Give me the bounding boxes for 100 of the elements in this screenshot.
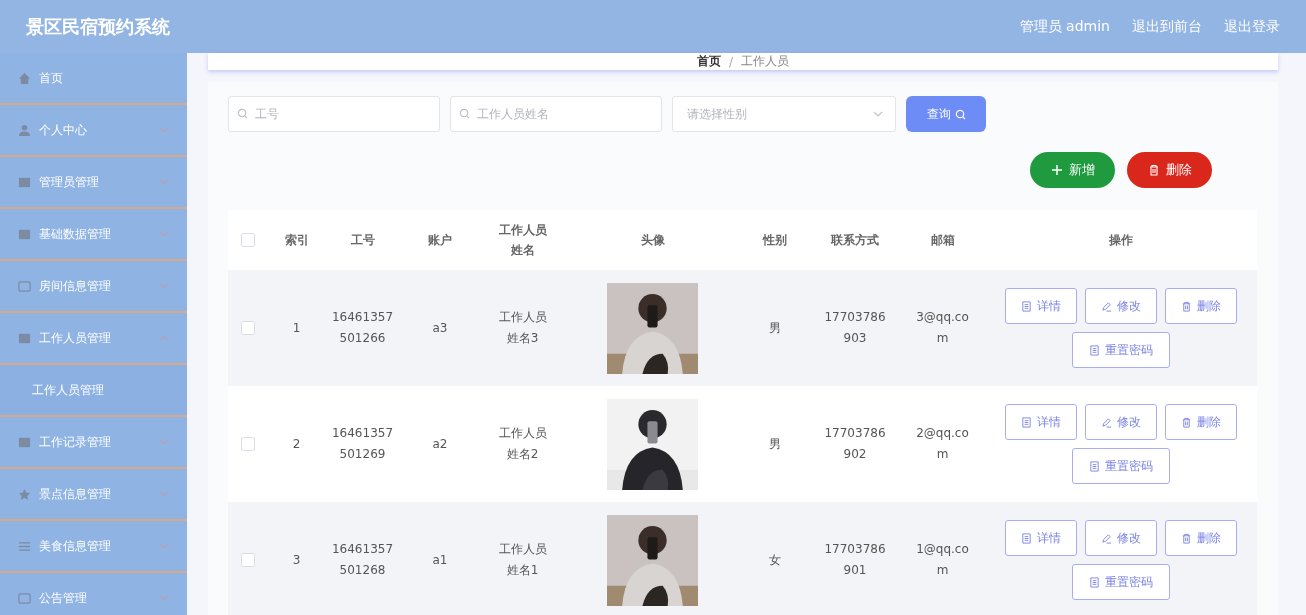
sidebar-item[interactable]: 管理员管理 [0,157,187,209]
document-icon [1021,416,1032,428]
sidebar-item[interactable]: 个人中心 [0,105,187,157]
trash-icon [1147,164,1160,176]
detail-button[interactable]: 详情 [1005,404,1077,440]
reset-button[interactable]: 重置密码 [1072,332,1170,368]
table-cell-text: 2@qq.com [915,425,970,463]
search-icon [954,108,966,120]
search-field[interactable]: 工号 [228,96,440,132]
sidebar-item[interactable]: 公告管理 [0,573,187,615]
edit-button[interactable]: 修改 [1085,288,1157,324]
query-button[interactable]: 查询 [906,96,986,132]
caret-icon [160,127,169,133]
column-header: 工号 [350,232,375,249]
header-link[interactable]: 退出登录 [1224,17,1280,36]
edit-button[interactable]: 修改 [1085,404,1157,440]
menu-icon [18,71,31,85]
delete-button[interactable]: 删除 [1165,520,1237,556]
delete-button[interactable]: 删除 [1165,288,1237,324]
table-cell-text: 3 [292,551,301,569]
menu-icon [18,487,31,501]
sidebar-item[interactable]: 首页 [0,53,187,105]
reset-button[interactable]: 重置密码 [1072,564,1170,600]
reset-button[interactable]: 重置密码 [1072,448,1170,484]
trash-icon [1181,532,1192,544]
document-icon [1089,344,1100,356]
table-cell-text: a3 [432,319,448,337]
table-cell-text: 1 [292,319,301,337]
table-cell-text: a1 [432,551,448,569]
row-checkbox[interactable] [241,437,255,451]
pencil-icon [1101,300,1112,312]
breadcrumb-item[interactable]: 首页 [696,53,721,70]
table-cell-text: 工作人员姓名1 [497,541,548,579]
row-checkbox[interactable] [241,553,255,567]
document-icon [1021,532,1032,544]
table-cell-text: 3@qq.com [915,309,970,347]
caret-icon [160,335,169,341]
sidebar-item[interactable]: 房间信息管理 [0,261,187,313]
search-field[interactable]: 工作人员姓名 [450,96,662,132]
column-header: 索引 [284,232,309,249]
column-header: 头像 [640,232,665,249]
app-title: 景区民宿预约系统 [26,14,170,39]
breadcrumb-item: 工作人员 [741,53,789,70]
column-header: 邮箱 [930,232,955,249]
caret-icon [160,179,169,185]
detail-button[interactable]: 详情 [1005,288,1077,324]
caret-icon [160,231,169,237]
column-header: 工作人员姓名 [497,222,548,259]
table-cell-text: 女 [769,551,781,569]
sidebar-item[interactable]: 景点信息管理 [0,469,187,521]
table-cell-text: 16461357501269 [330,425,395,463]
column-header: 操作 [1109,232,1133,249]
document-icon [1089,576,1100,588]
gender-select[interactable]: 请选择性别 [672,96,896,132]
menu-icon [18,435,31,449]
table-cell-text: 16461357501268 [330,541,395,579]
table-cell-text: 男 [769,319,781,337]
table-cell-text: 工作人员姓名2 [497,425,548,463]
plus-icon [1050,164,1063,176]
table-cell-text: 17703786901 [823,541,887,579]
sidebar-item[interactable]: 工作记录管理 [0,417,187,469]
user-label: 管理员 admin [1019,17,1110,36]
column-header: 联系方式 [831,232,879,249]
table-cell-text: 2 [292,435,301,453]
caret-icon [160,491,169,497]
pencil-icon [1101,532,1112,544]
document-icon [1089,460,1100,472]
table-cell-text: 16461357501266 [330,309,395,347]
menu-icon [18,279,31,293]
document-icon [1021,300,1032,312]
table-cell-text: a2 [432,435,448,453]
pencil-icon [1101,416,1112,428]
header-link[interactable]: 退出到前台 [1132,17,1202,36]
breadcrumb-separator: / [728,54,733,69]
menu-icon [18,175,31,189]
detail-button[interactable]: 详情 [1005,520,1077,556]
trash-icon [1181,300,1192,312]
table-cell-text: 17703786902 [823,425,887,463]
menu-icon [18,539,31,553]
table-cell-text: 男 [769,435,781,453]
table-cell-text: 1@qq.com [915,541,970,579]
table-cell-text: 17703786903 [823,309,887,347]
search-icon [459,108,470,119]
caret-icon [160,283,169,289]
delete-button[interactable]: 删除 [1127,152,1212,188]
chevron-icon [873,111,883,117]
row-checkbox[interactable] [241,321,255,335]
menu-icon [18,331,31,345]
sidebar-item[interactable]: 美食信息管理 [0,521,187,573]
menu-icon [18,227,31,241]
delete-button[interactable]: 删除 [1165,404,1237,440]
edit-button[interactable]: 修改 [1085,520,1157,556]
select-all-checkbox[interactable] [241,233,255,247]
column-header: 性别 [763,232,787,249]
caret-icon [160,439,169,445]
add-button[interactable]: 新增 [1030,152,1115,188]
search-icon [237,108,248,119]
sidebar-item[interactable]: 基础数据管理 [0,209,187,261]
table-cell-text: 工作人员姓名3 [497,309,548,347]
caret-icon [160,543,169,549]
